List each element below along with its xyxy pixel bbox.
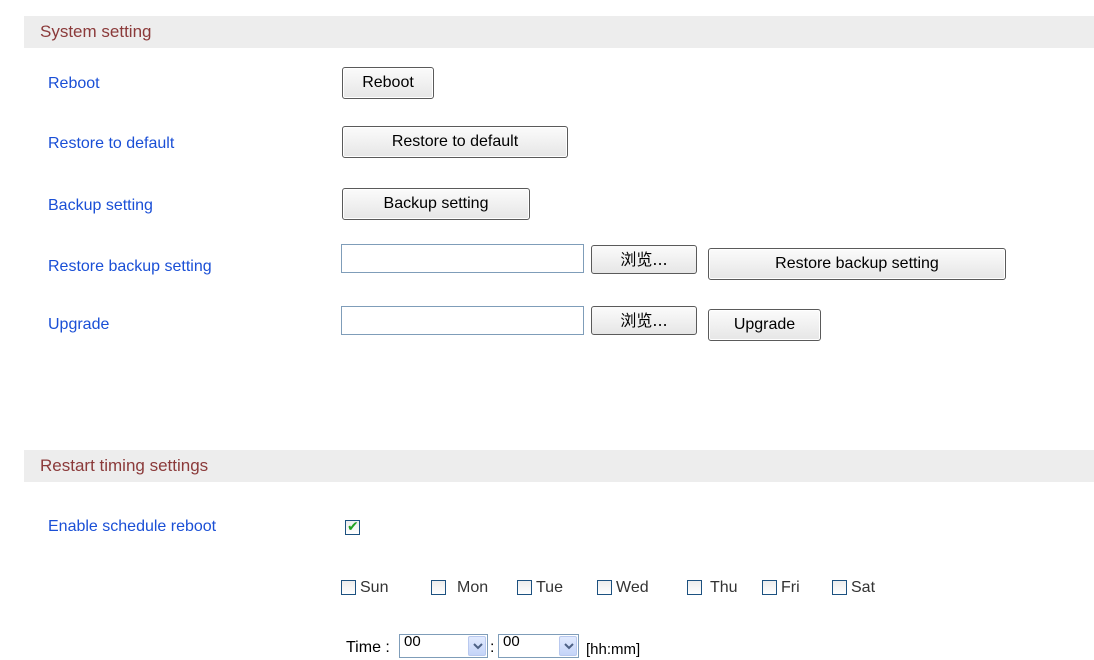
day-label-tue: Tue: [536, 579, 563, 596]
day-checkbox-wed[interactable]: [597, 580, 612, 595]
day-label-thu: Thu: [710, 579, 738, 596]
hour-select-value: 00: [404, 633, 421, 650]
day-checkbox-fri[interactable]: [762, 580, 777, 595]
restore-backup-button[interactable]: Restore backup setting: [708, 248, 1006, 280]
reboot-button[interactable]: Reboot: [342, 67, 434, 99]
backup-setting-button[interactable]: Backup setting: [342, 188, 530, 220]
backup-setting-label: Backup setting: [48, 197, 153, 214]
enable-schedule-reboot-label: Enable schedule reboot: [48, 518, 217, 535]
reboot-label: Reboot: [48, 75, 100, 92]
restore-backup-label: Restore backup setting: [48, 258, 212, 275]
restore-default-button[interactable]: Restore to default: [342, 126, 568, 158]
day-label-fri: Fri: [781, 579, 800, 596]
hour-select[interactable]: 00: [399, 633, 488, 658]
enable-schedule-reboot-checkbox[interactable]: ✔: [345, 518, 360, 535]
day-label-sat: Sat: [851, 579, 876, 596]
day-checkbox-sat[interactable]: [832, 580, 847, 595]
minute-select[interactable]: 00: [498, 633, 579, 658]
minute-select-value: 00: [503, 633, 520, 650]
restart-timing-header: Restart timing settings: [24, 450, 1094, 482]
restore-default-label: Restore to default: [48, 135, 175, 152]
chevron-down-icon[interactable]: [559, 636, 577, 656]
time-separator: :: [490, 639, 495, 656]
upgrade-file-input[interactable]: [341, 306, 584, 335]
day-label-mon: Mon: [457, 579, 489, 596]
restore-backup-browse-button[interactable]: 浏览...: [591, 245, 697, 274]
day-checkbox-tue[interactable]: [517, 580, 532, 595]
day-checkbox-sun[interactable]: [341, 580, 356, 595]
time-label: Time :: [346, 639, 390, 656]
upgrade-browse-button[interactable]: 浏览...: [591, 306, 697, 335]
system-setting-title: System setting: [40, 22, 152, 41]
day-label-wed: Wed: [616, 579, 649, 596]
check-mark-icon: ✔: [347, 518, 359, 534]
day-label-sun: Sun: [360, 579, 389, 596]
restart-timing-title: Restart timing settings: [40, 456, 209, 475]
upgrade-button[interactable]: Upgrade: [708, 309, 821, 341]
day-checkbox-mon[interactable]: [431, 580, 446, 595]
time-format-hint: [hh:mm]: [586, 641, 641, 658]
system-setting-header: System setting: [24, 16, 1094, 48]
day-checkbox-thu[interactable]: [687, 580, 702, 595]
upgrade-label: Upgrade: [48, 316, 110, 333]
chevron-down-icon[interactable]: [468, 636, 486, 656]
restore-backup-file-input[interactable]: [341, 244, 584, 273]
